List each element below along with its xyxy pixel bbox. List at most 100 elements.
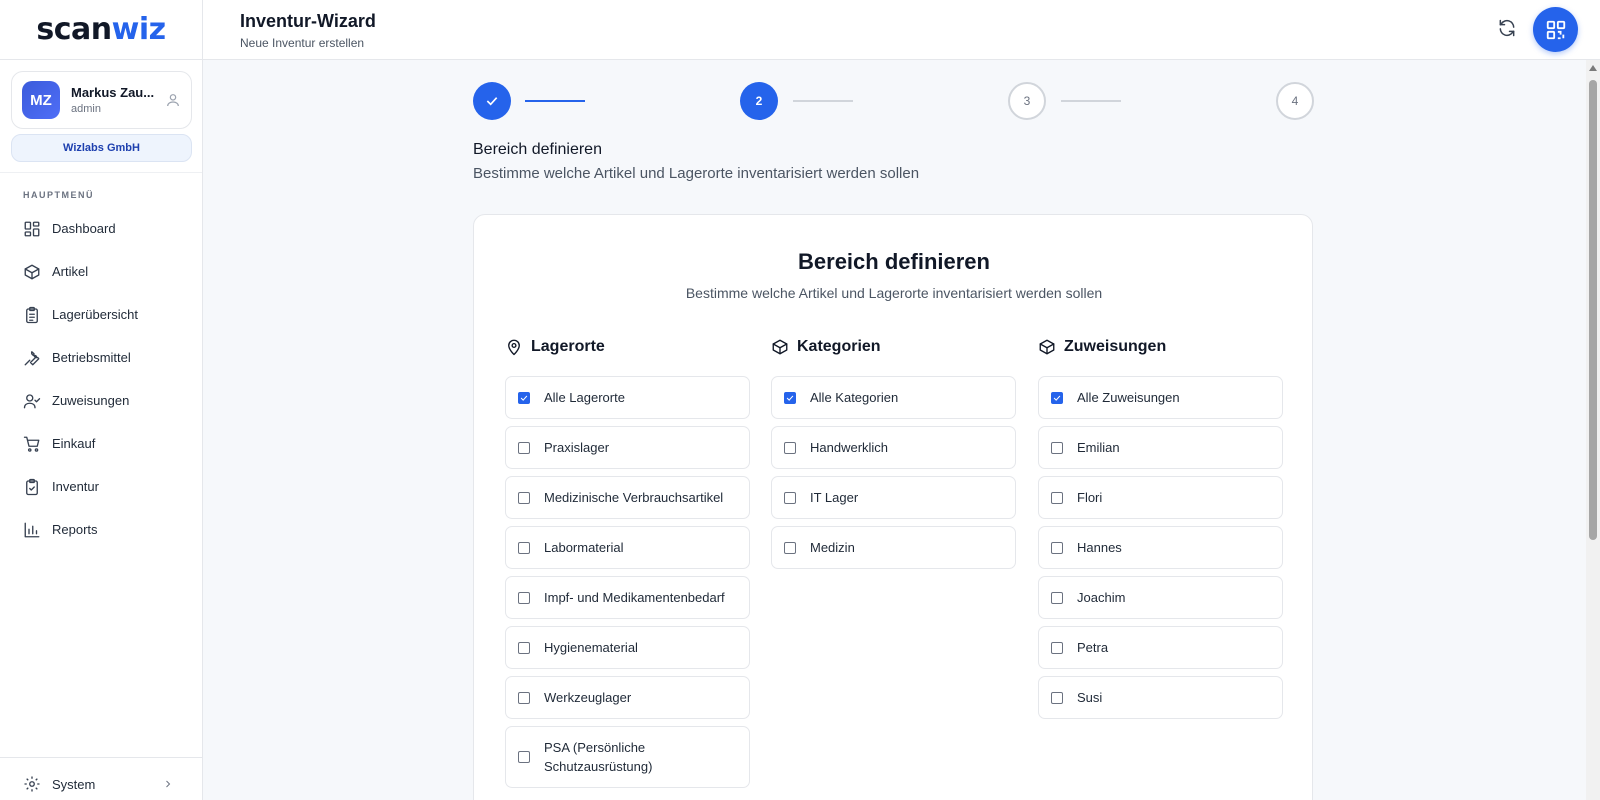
refresh-button[interactable]	[1497, 18, 1519, 40]
checkbox[interactable]	[1051, 441, 1063, 454]
section-title: Bereich definieren	[473, 141, 602, 158]
option-handwerklich[interactable]: Handwerklich	[771, 426, 1016, 469]
gear-icon	[24, 776, 40, 792]
sidebar-item-label: Dashboard	[52, 221, 116, 236]
step-connector	[1061, 100, 1121, 102]
step-1-completed[interactable]	[473, 82, 511, 120]
column-title: Zuweisungen	[1064, 338, 1167, 355]
checkbox[interactable]	[518, 691, 530, 704]
option-hygienematerial[interactable]: Hygienematerial	[505, 626, 750, 669]
user-icon	[167, 94, 179, 107]
checkbox[interactable]	[1051, 541, 1063, 554]
checkbox[interactable]	[518, 751, 530, 763]
column-title: Lagerorte	[531, 338, 605, 355]
sidebar-item-reports[interactable]: Reports	[0, 508, 202, 551]
checkbox[interactable]	[518, 541, 530, 554]
wrench-icon	[24, 350, 40, 365]
step-3[interactable]: 3	[1008, 82, 1046, 120]
option-label: Hygienematerial	[544, 640, 638, 655]
step-connector	[793, 100, 853, 102]
option-label: Petra	[1077, 640, 1109, 655]
option-werkzeuglager[interactable]: Werkzeuglager	[505, 676, 750, 719]
sidebar-bottom-divider	[0, 757, 202, 758]
option-hannes[interactable]: Hannes	[1038, 526, 1283, 569]
scrollbar-thumb[interactable]	[1589, 80, 1597, 540]
option-alle-kategorien[interactable]: Alle Kategorien	[771, 376, 1016, 419]
column-title: Kategorien	[797, 338, 881, 355]
sidebar-item-dashboard[interactable]: Dashboard	[0, 207, 202, 250]
option-psa[interactable]: PSA (Persönliche Schutzausrüstung)	[505, 726, 750, 788]
scanwiz-logo[interactable]: scan wiz	[0, 0, 202, 60]
step-4[interactable]: 4	[1276, 82, 1314, 120]
option-emilian[interactable]: Emilian	[1038, 426, 1283, 469]
checkbox[interactable]	[1051, 591, 1063, 604]
page-title: Inventur-Wizard	[240, 11, 376, 31]
sidebar-item-lageruebersicht[interactable]: Lagerübersicht	[0, 293, 202, 336]
option-labormaterial[interactable]: Labormaterial	[505, 526, 750, 569]
scroll-up-arrow-icon[interactable]	[1589, 65, 1597, 71]
user-name: Markus Zau...	[71, 85, 155, 100]
box-icon	[1039, 339, 1055, 355]
sidebar-item-artikel[interactable]: Artikel	[0, 250, 202, 293]
card-description: Bestimme welche Artikel und Lagerorte in…	[685, 285, 1103, 301]
user-card[interactable]: MZ Markus Zau... admin	[11, 71, 192, 129]
option-medizinische-verbrauchsartikel[interactable]: Medizinische Verbrauchsartikel	[505, 476, 750, 519]
company-badge[interactable]: Wizlabs GmbH	[11, 134, 192, 162]
checkbox[interactable]	[1051, 641, 1063, 654]
card-title: Bereich definieren	[798, 249, 990, 274]
option-label: Impf- und Medikamentenbedarf	[544, 590, 725, 605]
avatar: MZ	[22, 81, 60, 119]
user-info: Markus Zau... admin	[71, 85, 165, 115]
checkbox[interactable]	[518, 591, 530, 604]
option-susi[interactable]: Susi	[1038, 676, 1283, 719]
logo-text-part1: scan	[36, 12, 112, 47]
sidebar-item-inventur[interactable]: Inventur	[0, 465, 202, 508]
sidebar-item-zuweisungen[interactable]: Zuweisungen	[0, 379, 202, 422]
qr-scan-button[interactable]	[1533, 7, 1578, 52]
option-alle-lagerorte[interactable]: Alle Lagerorte	[505, 376, 750, 419]
checkbox[interactable]	[1051, 391, 1063, 404]
option-label: Medizinische Verbrauchsartikel	[544, 490, 724, 505]
lagerorte-options: Alle Lagerorte Praxislager Medizinische …	[505, 376, 750, 788]
option-impf-medikamentenbedarf[interactable]: Impf- und Medikamentenbedarf	[505, 576, 750, 619]
sidebar-item-betriebsmittel[interactable]: Betriebsmittel	[0, 336, 202, 379]
qr-code-icon	[1546, 20, 1565, 39]
page-scrollbar[interactable]	[1586, 60, 1600, 800]
map-pin-icon	[508, 339, 520, 356]
option-label: Alle Zuweisungen	[1077, 390, 1180, 405]
check-icon	[486, 97, 498, 106]
option-alle-zuweisungen[interactable]: Alle Zuweisungen	[1038, 376, 1283, 419]
page-subtitle: Neue Inventur erstellen	[240, 36, 365, 50]
option-praxislager[interactable]: Praxislager	[505, 426, 750, 469]
checkbox[interactable]	[784, 491, 796, 504]
section-description: Bestimme welche Artikel und Lagerorte in…	[473, 165, 920, 182]
option-label: Alle Lagerorte	[544, 390, 625, 405]
checkbox[interactable]	[784, 541, 796, 554]
option-flori[interactable]: Flori	[1038, 476, 1283, 519]
step-2-active[interactable]: 2	[740, 82, 778, 120]
checkbox[interactable]	[518, 391, 530, 404]
top-header: Inventur-Wizard Neue Inventur erstellen	[203, 0, 1600, 60]
checkbox[interactable]	[518, 641, 530, 654]
zuweisungen-column: Zuweisungen Alle Zuweisungen Emilian Flo…	[1038, 335, 1283, 726]
option-medizin[interactable]: Medizin	[771, 526, 1016, 569]
checkbox[interactable]	[1051, 491, 1063, 504]
option-label: Praxislager	[544, 440, 610, 455]
option-label: Flori	[1077, 490, 1103, 505]
checkbox[interactable]	[518, 491, 530, 504]
checkbox[interactable]	[784, 391, 796, 404]
option-petra[interactable]: Petra	[1038, 626, 1283, 669]
checkbox[interactable]	[518, 441, 530, 454]
option-label: PSA (Persönliche Schutzausrüstung)	[544, 740, 653, 774]
option-it-lager[interactable]: IT Lager	[771, 476, 1016, 519]
sidebar-item-label: Reports	[52, 522, 98, 537]
box-icon	[24, 264, 40, 279]
sidebar: scan wiz MZ Markus Zau... admin Wizlabs G…	[0, 0, 203, 800]
checkbox[interactable]	[784, 441, 796, 454]
sidebar-item-system[interactable]: System	[0, 770, 202, 798]
option-label: IT Lager	[810, 490, 859, 505]
sidebar-item-label: Zuweisungen	[52, 393, 130, 408]
sidebar-item-einkauf[interactable]: Einkauf	[0, 422, 202, 465]
option-joachim[interactable]: Joachim	[1038, 576, 1283, 619]
checkbox[interactable]	[1051, 691, 1063, 704]
